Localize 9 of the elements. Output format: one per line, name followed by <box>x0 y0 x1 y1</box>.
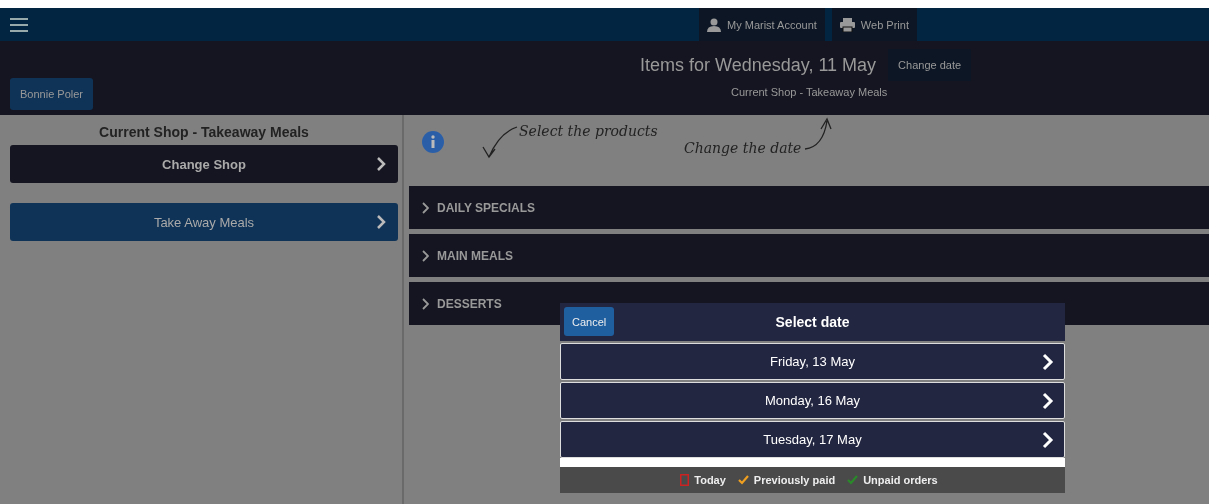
shop-subtitle: Current Shop - Takeaway Meals <box>731 86 888 98</box>
dialog-title: Select date <box>775 314 850 330</box>
sidebar-heading: Current Shop - Takeaway Meals <box>98 123 310 142</box>
legend-label: Today <box>694 474 726 486</box>
hint-text: Change the date <box>684 140 802 156</box>
hint-text: Select the products <box>519 123 658 139</box>
legend-label: Unpaid orders <box>863 474 938 486</box>
page-title: Items for Wednesday, 11 May <box>640 54 877 76</box>
legend-label: Previously paid <box>753 474 836 486</box>
